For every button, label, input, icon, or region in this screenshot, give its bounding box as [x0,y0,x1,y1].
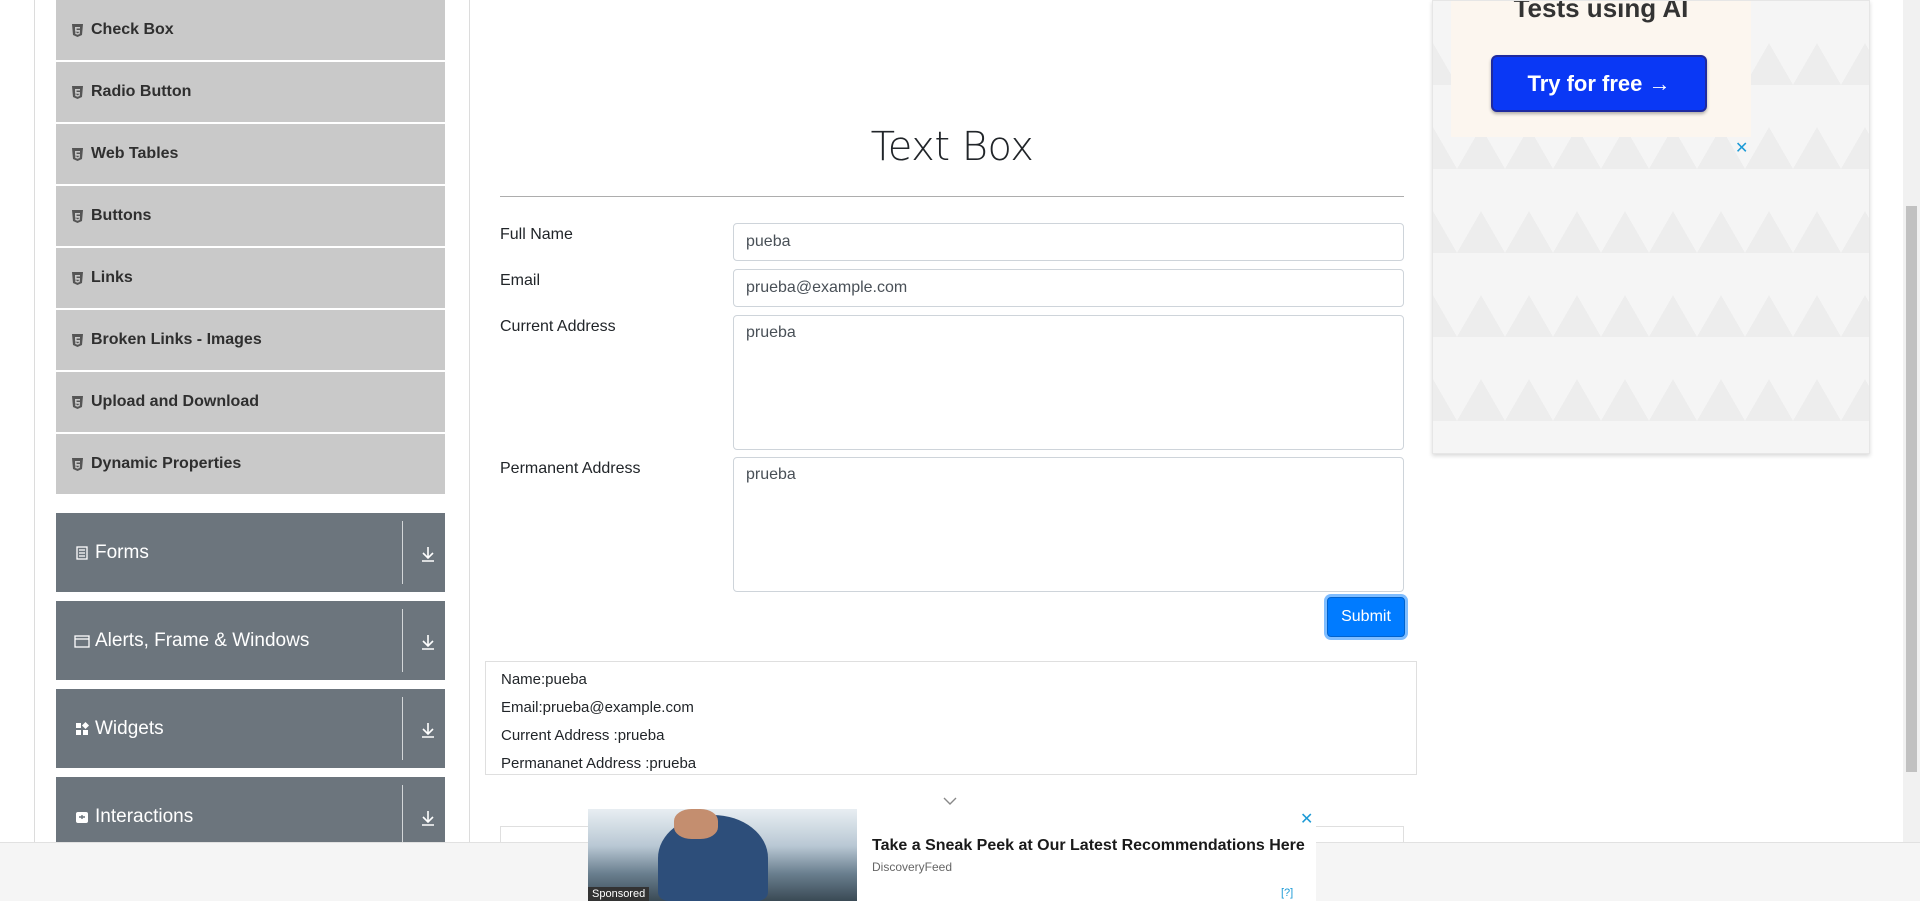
download-arrow-icon [422,723,434,738]
divider [402,609,403,672]
try-for-free-button[interactable]: Try for free → [1491,55,1707,112]
divider [402,697,403,760]
full-name-label: Full Name [500,226,573,243]
sidebar-item-label: Links [91,269,133,286]
sidebar-item-upload-download[interactable]: Upload and Download [56,372,445,434]
download-arrow-icon [422,635,434,650]
scrollbar-thumb[interactable] [1906,206,1917,772]
email-label: Email [500,272,541,289]
full-name-input[interactable]: pueba [733,223,1404,261]
close-icon[interactable]: ✕ [1735,138,1748,158]
ad-heading: Tests using AI [1513,0,1689,23]
sidebar-group-widgets[interactable]: Widgets [56,689,445,768]
sidebar-item-label: Upload and Download [91,393,259,410]
html5-icon [72,271,83,285]
output-name: Name:pueba [501,671,587,688]
html5-icon [72,457,83,471]
permanent-address-label: Permanent Address [500,460,641,477]
sidebar-item-dynamic-properties[interactable]: Dynamic Properties [56,434,445,496]
divider [402,521,403,584]
current-address-label: Current Address [500,318,616,335]
ad-help-link[interactable]: [?] [1281,887,1293,899]
html5-icon [72,147,83,161]
interactions-icon [76,811,88,823]
page-left-border [34,0,35,842]
divider [402,785,403,848]
download-arrow-icon [422,547,434,562]
sidebar-item-label: Web Tables [91,145,179,162]
output-current-address: Current Address :prueba [501,727,665,744]
title-divider [500,196,1404,197]
sidebar-item-radio-button[interactable]: Radio Button [56,62,445,124]
sidebar-item-broken-links[interactable]: Broken Links - Images [56,310,445,372]
sidebar-item-label: Check Box [91,21,174,38]
sidebar-item-check-box[interactable]: Check Box [56,0,445,62]
html5-icon [72,333,83,347]
submit-button[interactable]: Submit [1327,597,1405,637]
close-icon[interactable]: ✕ [1300,809,1313,829]
sidebar-group-label: Widgets [95,717,164,739]
ad-photo-face [674,809,718,839]
sidebar-item-links[interactable]: Links [56,248,445,310]
html5-icon [72,209,83,223]
output-email: Email:prueba@example.com [501,699,694,716]
current-address-textarea[interactable]: prueba [733,315,1404,450]
html5-icon [72,395,83,409]
output-panel: Name:pueba Email:prueba@example.com Curr… [485,661,1417,775]
right-ad-banner[interactable]: Tests using AI Try for free → ✕ [1432,0,1870,454]
left-sidebar: Check Box Radio Button Web Tables Button… [56,0,445,856]
permanent-address-textarea[interactable]: prueba [733,457,1404,592]
sidebar-item-web-tables[interactable]: Web Tables [56,124,445,186]
sidebar-group-label: Forms [95,541,149,563]
sidebar-item-label: Buttons [91,207,152,224]
ad-photo: Sponsored [588,809,857,901]
window-icon [74,634,90,648]
output-permanent-address: Permananet Address :prueba [501,755,697,772]
ad-headline[interactable]: Take a Sneak Peek at Our Latest Recommen… [872,837,1305,855]
sidebar-item-label: Broken Links - Images [91,331,262,348]
email-input[interactable]: prueba@example.com [733,269,1404,307]
form-icon [76,545,88,560]
sidebar-group-forms[interactable]: Forms [56,513,445,592]
download-arrow-icon [422,811,434,826]
sidebar-group-label: Alerts, Frame & Windows [95,629,310,651]
html5-icon [72,85,83,99]
sidebar-divider [469,0,470,842]
page-title: Text Box [870,124,1034,170]
html5-icon [72,23,83,37]
sidebar-item-label: Dynamic Properties [91,455,242,472]
sponsored-tag: Sponsored [588,887,650,901]
sidebar-group-label: Interactions [95,805,194,827]
sidebar-item-label: Radio Button [91,83,192,100]
ad-source: DiscoveryFeed [872,860,953,874]
sponsored-ad[interactable]: Sponsored Take a Sneak Peek at Our Lates… [588,809,1316,901]
widgets-icon [76,721,90,735]
chevron-down-icon[interactable] [942,796,958,806]
ad-card: Tests using AI Try for free → [1451,1,1751,137]
scrollbar[interactable] [1903,0,1920,842]
sidebar-item-buttons[interactable]: Buttons [56,186,445,248]
sidebar-group-alerts[interactable]: Alerts, Frame & Windows [56,601,445,680]
